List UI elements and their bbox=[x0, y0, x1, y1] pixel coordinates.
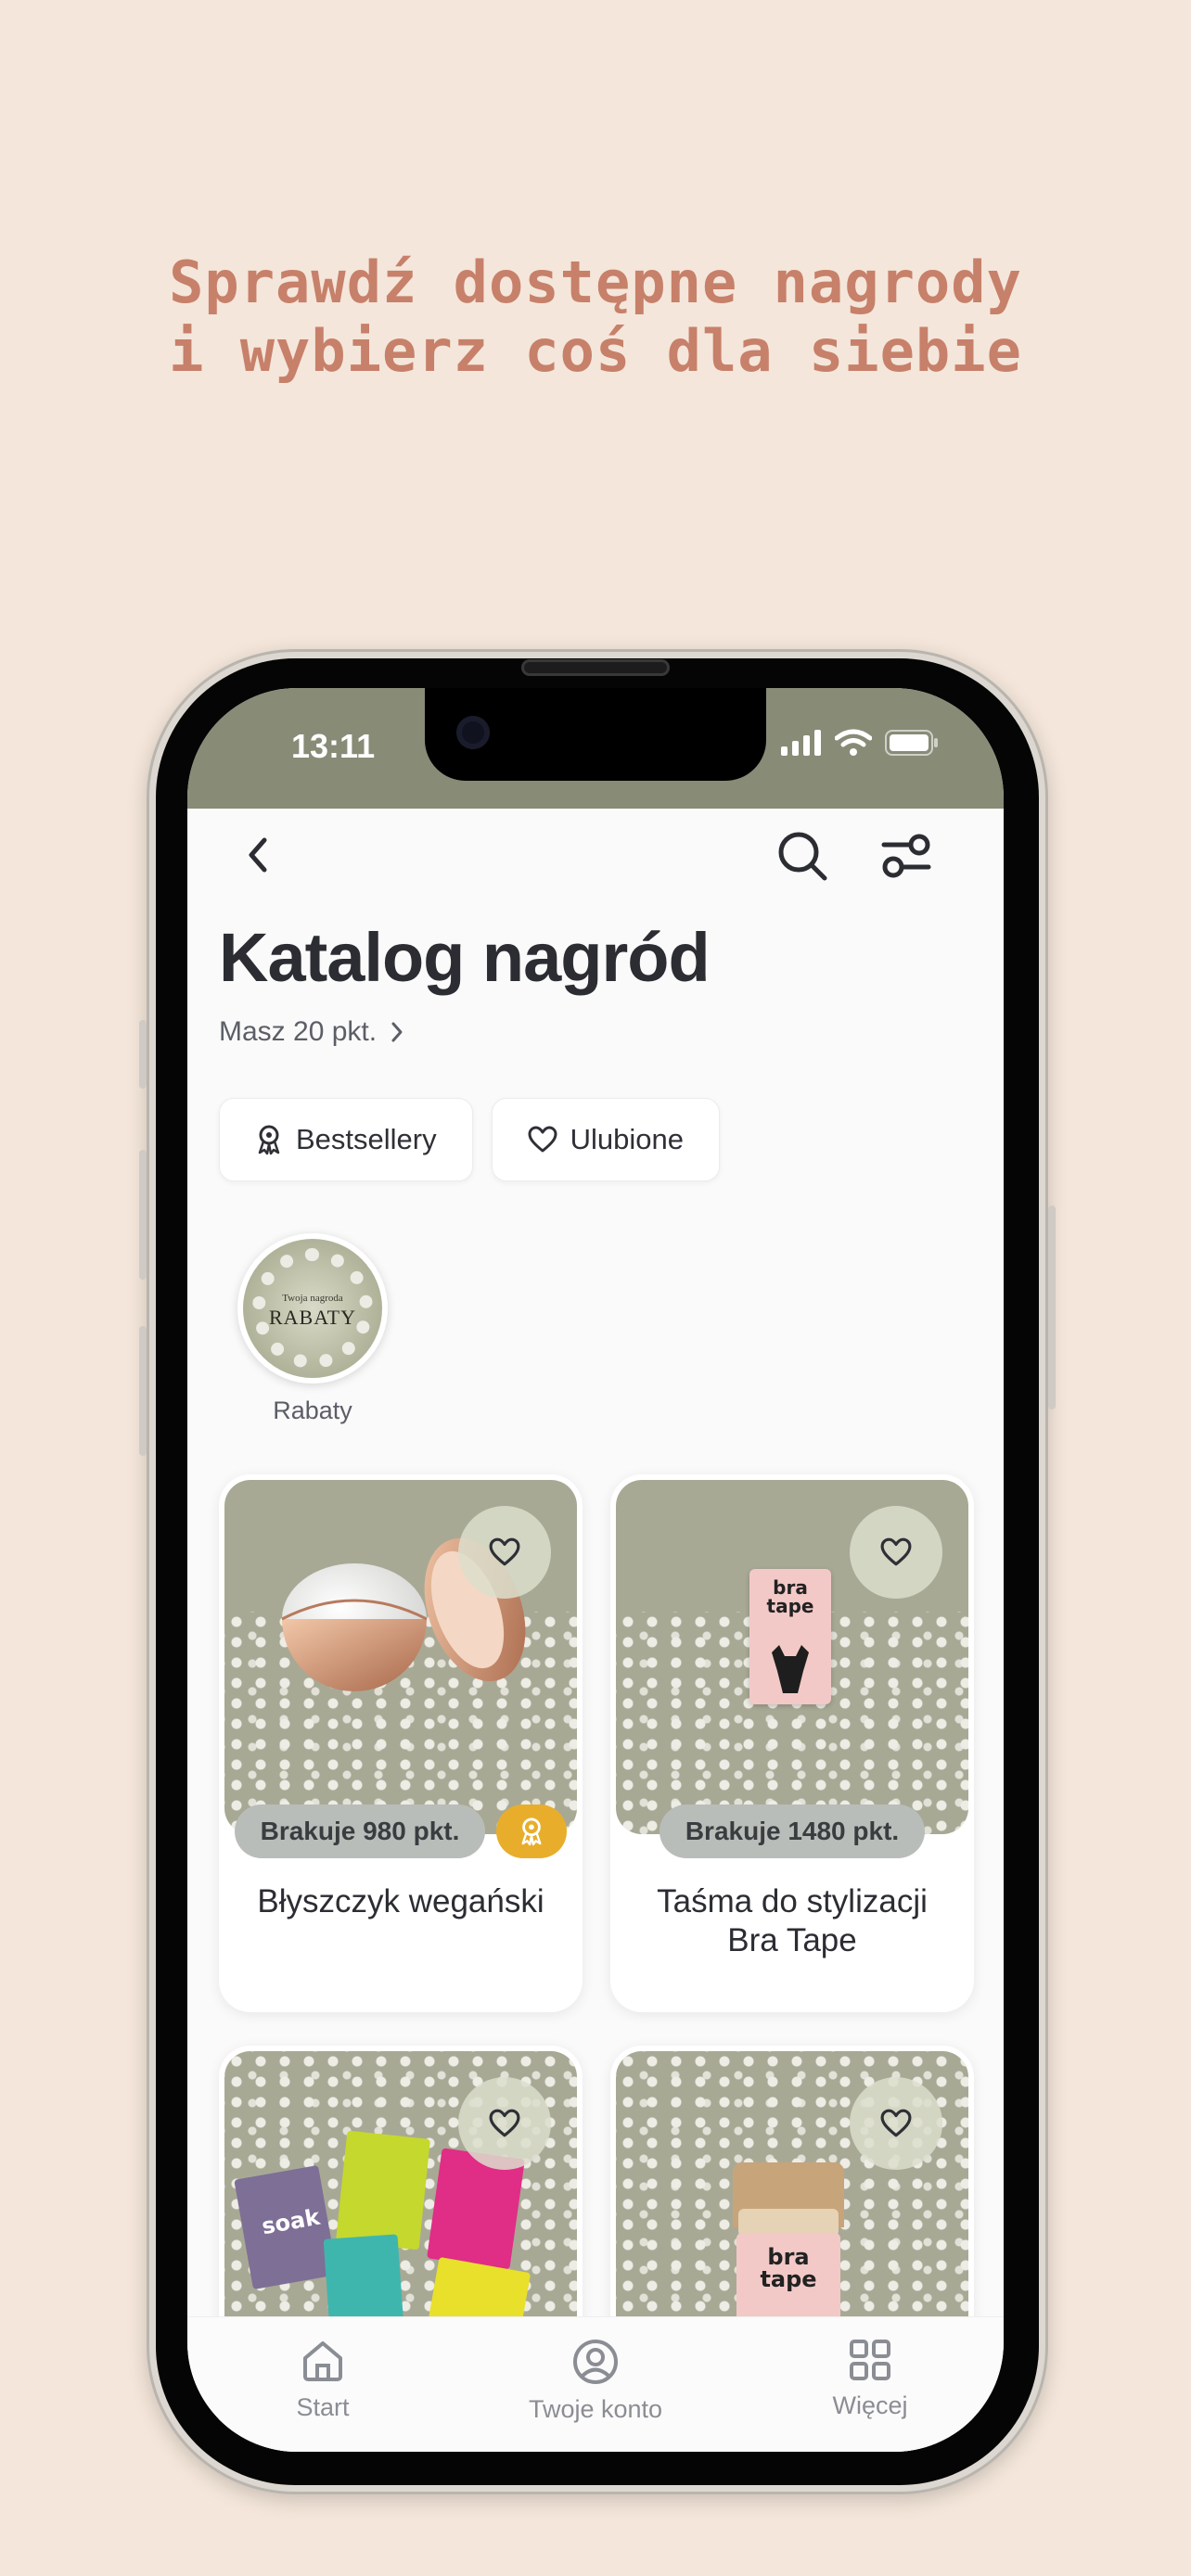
power-button bbox=[1048, 1205, 1056, 1409]
tab-account-label: Twoje konto bbox=[528, 2395, 663, 2423]
bestseller-badge bbox=[496, 1804, 568, 1858]
tab-start[interactable]: Start bbox=[211, 2338, 434, 2422]
favorite-button[interactable] bbox=[458, 1506, 551, 1599]
notch bbox=[425, 688, 766, 781]
category-image-caption: Twoja nagroda bbox=[282, 1293, 343, 1304]
award-ribbon-icon bbox=[521, 1817, 542, 1846]
product-card[interactable]: bra tape Brakuje 1480 pkt. Taśma do styl… bbox=[610, 1474, 974, 2012]
category-rabaty[interactable]: Twoja nagroda RABATY Rabaty bbox=[237, 1233, 388, 1425]
chip-bestsellery-label: Bestsellery bbox=[296, 1123, 437, 1155]
category-image: Twoja nagroda RABATY bbox=[237, 1233, 388, 1384]
badge-row: Brakuje 980 pkt. bbox=[219, 1804, 583, 1858]
product-image bbox=[224, 1480, 577, 1834]
promo-line-2: i wybierz coś dla siebie bbox=[169, 317, 1022, 385]
speaker-grille bbox=[521, 659, 670, 676]
phone-screen: 13:11 Katalog nagród Masz 20 pkt. Bestse… bbox=[187, 688, 1004, 2452]
mute-switch bbox=[139, 1020, 147, 1089]
favorite-button[interactable] bbox=[458, 2077, 551, 2170]
heart-icon bbox=[528, 1126, 557, 1153]
points-link[interactable]: Masz 20 pkt. bbox=[219, 1016, 404, 1048]
category-label: Rabaty bbox=[273, 1396, 352, 1424]
page-title: Katalog nagród bbox=[219, 919, 711, 996]
bra-tape-box-text: bra tape bbox=[760, 2244, 817, 2292]
front-camera bbox=[456, 716, 490, 749]
filter-chips: Bestsellery Ulubione bbox=[219, 1098, 720, 1181]
top-navigation bbox=[187, 809, 1004, 920]
favorite-button[interactable] bbox=[850, 1506, 942, 1599]
wifi-icon bbox=[835, 729, 872, 756]
status-bar: 13:11 bbox=[187, 688, 1004, 809]
heart-icon bbox=[880, 1537, 912, 1566]
soak-sachet-image bbox=[335, 2130, 431, 2251]
promo-headline: Sprawdź dostępne nagrody i wybierz coś d… bbox=[0, 249, 1191, 386]
home-icon bbox=[303, 2341, 342, 2381]
chip-ulubione[interactable]: Ulubione bbox=[491, 1098, 720, 1181]
category-image-title: RABATY bbox=[268, 1306, 356, 1329]
bodysuit-image bbox=[772, 1645, 809, 1693]
missing-points-badge: Brakuje 1480 pkt. bbox=[659, 1804, 926, 1858]
status-time: 13:11 bbox=[291, 727, 376, 765]
product-card[interactable]: Brakuje 980 pkt. Błyszczyk wegański bbox=[219, 1474, 583, 2012]
bra-tape-box-text: bra tape bbox=[766, 1576, 814, 1617]
signal-icon bbox=[781, 730, 821, 756]
volume-down-button bbox=[139, 1326, 147, 1456]
chip-ulubione-label: Ulubione bbox=[570, 1123, 684, 1155]
chip-bestsellery[interactable]: Bestsellery bbox=[219, 1098, 473, 1181]
tab-more-label: Więcej bbox=[832, 2391, 908, 2419]
chevron-right-icon bbox=[391, 1022, 403, 1042]
product-title: Taśma do stylizacji Bra Tape bbox=[657, 1883, 928, 1958]
promo-line-1: Sprawdź dostępne nagrody bbox=[169, 249, 1022, 316]
account-icon bbox=[573, 2340, 618, 2384]
battery-icon bbox=[885, 730, 938, 756]
product-title: Błyszczyk wegański bbox=[257, 1883, 544, 1919]
badge-row: Brakuje 1480 pkt. bbox=[610, 1804, 974, 1858]
heart-icon bbox=[880, 2109, 912, 2137]
points-text: Masz 20 pkt. bbox=[219, 1016, 378, 1047]
tab-account[interactable]: Twoje konto bbox=[484, 2338, 707, 2424]
heart-icon bbox=[489, 2109, 520, 2137]
bottom-tab-bar: Start Twoje konto Więcej bbox=[187, 2316, 1004, 2452]
tab-more[interactable]: Więcej bbox=[759, 2338, 981, 2420]
heart-icon bbox=[489, 1537, 520, 1566]
award-ribbon-icon bbox=[258, 1125, 280, 1155]
search-button[interactable] bbox=[770, 823, 835, 888]
chevron-left-icon bbox=[249, 837, 267, 873]
search-icon bbox=[778, 832, 827, 881]
filter-button[interactable] bbox=[874, 823, 939, 888]
back-button[interactable] bbox=[230, 827, 286, 883]
missing-points-badge: Brakuje 980 pkt. bbox=[234, 1804, 486, 1858]
tab-start-label: Start bbox=[296, 2393, 350, 2421]
system-icons bbox=[781, 729, 939, 757]
favorite-button[interactable] bbox=[850, 2077, 942, 2170]
grid-icon bbox=[850, 2340, 890, 2380]
volume-up-button bbox=[139, 1150, 147, 1280]
bra-tape-box-image: bra tape bbox=[749, 1569, 831, 1704]
sliders-icon bbox=[881, 834, 931, 878]
